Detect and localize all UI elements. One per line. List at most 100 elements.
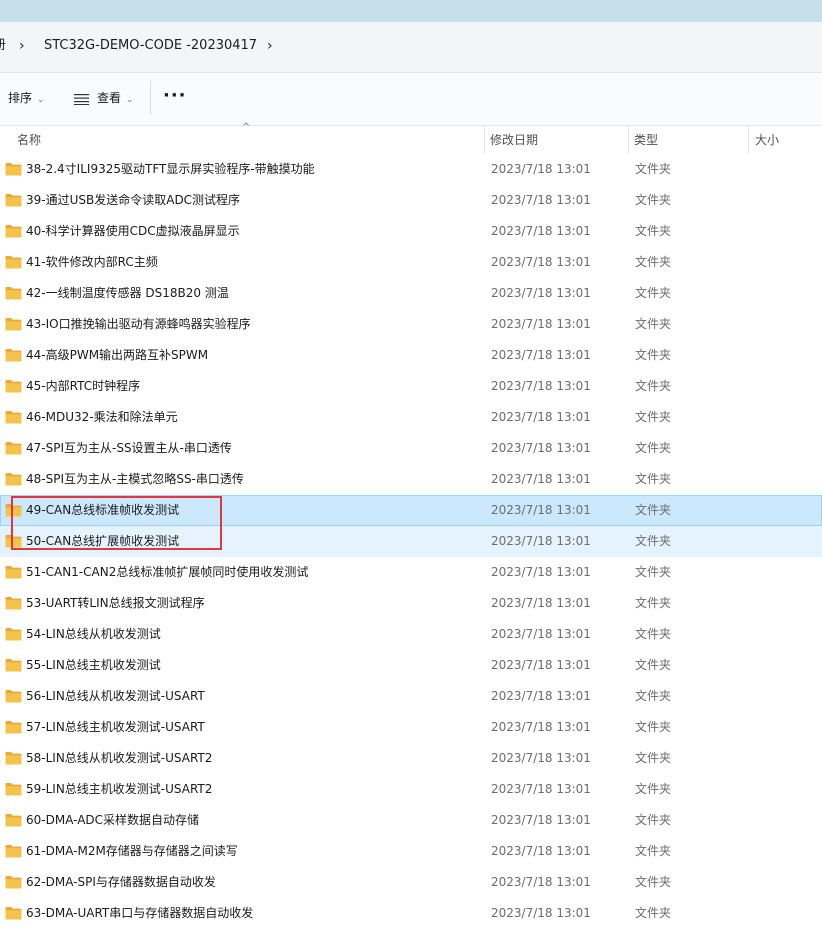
file-name: 47-SPI互为主从-SS设置主从-串口透传	[26, 441, 232, 455]
breadcrumb-prev-fragment[interactable]: 册	[0, 22, 6, 72]
file-row[interactable]: 42-一线制温度传感器 DS18B20 测温 2023/7/18 13:01 文件夹	[0, 278, 822, 309]
file-name: 42-一线制温度传感器 DS18B20 测温	[26, 286, 229, 300]
file-row[interactable]: 47-SPI互为主从-SS设置主从-串口透传 2023/7/18 13:01 文件夹	[0, 433, 822, 464]
file-type: 文件夹	[635, 255, 672, 269]
file-modified-date: 2023/7/18 13:01	[491, 751, 591, 765]
file-name: 53-UART转LIN总线报文测试程序	[26, 596, 205, 610]
file-name: 54-LIN总线从机收发测试	[26, 627, 161, 641]
file-name: 39-通过USB发送命令读取ADC测试程序	[26, 193, 241, 207]
file-type: 文件夹	[635, 658, 672, 672]
view-button[interactable]: 查看 ⌄	[97, 73, 134, 125]
file-modified-date: 2023/7/18 13:01	[491, 813, 591, 827]
file-modified-date: 2023/7/18 13:01	[491, 472, 591, 486]
file-modified-date: 2023/7/18 13:01	[491, 379, 591, 393]
file-row[interactable]: 58-LIN总线从机收发测试-USART2 2023/7/18 13:01 文件夹	[0, 743, 822, 774]
breadcrumb-chevron-icon[interactable]: ›	[19, 22, 25, 72]
file-row[interactable]: 50-CAN总线扩展帧收发测试 2023/7/18 13:01 文件夹	[0, 526, 822, 557]
file-row[interactable]: 51-CAN1-CAN2总线标准帧扩展帧同时使用收发测试 2023/7/18 13…	[0, 557, 822, 588]
column-header-type[interactable]: 类型	[634, 126, 658, 154]
file-row[interactable]: 49-CAN总线标准帧收发测试 2023/7/18 13:01 文件夹	[0, 495, 822, 526]
file-type: 文件夹	[635, 193, 672, 207]
file-row[interactable]: 60-DMA-ADC采样数据自动存储 2023/7/18 13:01 文件夹	[0, 805, 822, 836]
file-row[interactable]: 44-高级PWM输出两路互补SPWM 2023/7/18 13:01 文件夹	[0, 340, 822, 371]
file-row[interactable]: 53-UART转LIN总线报文测试程序 2023/7/18 13:01 文件夹	[0, 588, 822, 619]
more-options-button[interactable]: ···	[163, 73, 187, 125]
file-modified-date: 2023/7/18 13:01	[491, 782, 591, 796]
file-type: 文件夹	[635, 565, 672, 579]
address-bar[interactable]: 册 › STC32G-DEMO-CODE -20230417 ›	[0, 22, 822, 73]
file-name: 49-CAN总线标准帧收发测试	[26, 503, 180, 517]
folder-icon	[5, 194, 22, 207]
sort-button[interactable]: 排序 ⌄	[8, 73, 45, 125]
file-type: 文件夹	[635, 720, 672, 734]
folder-icon	[5, 690, 22, 703]
file-row[interactable]: 55-LIN总线主机收发测试 2023/7/18 13:01 文件夹	[0, 650, 822, 681]
file-name: 46-MDU32-乘法和除法单元	[26, 410, 178, 424]
file-row[interactable]: 57-LIN总线主机收发测试-USART 2023/7/18 13:01 文件夹	[0, 712, 822, 743]
view-list-icon	[74, 94, 89, 105]
file-type: 文件夹	[635, 286, 672, 300]
file-name: 63-DMA-UART串口与存储器数据自动收发	[26, 906, 254, 920]
breadcrumb-current[interactable]: STC32G-DEMO-CODE -20230417	[44, 22, 257, 72]
file-modified-date: 2023/7/18 13:01	[491, 317, 591, 331]
folder-icon	[5, 287, 22, 300]
folder-icon	[5, 721, 22, 734]
file-row[interactable]: 59-LIN总线主机收发测试-USART2 2023/7/18 13:01 文件夹	[0, 774, 822, 805]
file-name: 48-SPI互为主从-主模式忽略SS-串口透传	[26, 472, 244, 486]
file-name: 51-CAN1-CAN2总线标准帧扩展帧同时使用收发测试	[26, 565, 309, 579]
sort-ascending-icon: ^	[242, 122, 251, 133]
breadcrumb-chevron-icon[interactable]: ›	[267, 22, 273, 72]
column-divider[interactable]	[484, 126, 485, 154]
folder-icon	[5, 628, 22, 641]
file-modified-date: 2023/7/18 13:01	[491, 193, 591, 207]
toolbar-divider	[150, 81, 151, 115]
file-type: 文件夹	[635, 503, 672, 517]
file-modified-date: 2023/7/18 13:01	[491, 503, 591, 517]
file-row[interactable]: 45-内部RTC时钟程序 2023/7/18 13:01 文件夹	[0, 371, 822, 402]
folder-icon	[5, 380, 22, 393]
file-row[interactable]: 48-SPI互为主从-主模式忽略SS-串口透传 2023/7/18 13:01 文件…	[0, 464, 822, 495]
folder-icon	[5, 566, 22, 579]
file-row[interactable]: 46-MDU32-乘法和除法单元 2023/7/18 13:01 文件夹	[0, 402, 822, 433]
file-modified-date: 2023/7/18 13:01	[491, 658, 591, 672]
column-divider[interactable]	[748, 126, 749, 154]
file-name: 59-LIN总线主机收发测试-USART2	[26, 782, 213, 796]
file-row[interactable]: 63-DMA-UART串口与存储器数据自动收发 2023/7/18 13:01 文件…	[0, 898, 822, 929]
file-row[interactable]: 56-LIN总线从机收发测试-USART 2023/7/18 13:01 文件夹	[0, 681, 822, 712]
column-header-size[interactable]: 大小	[755, 126, 779, 154]
file-type: 文件夹	[635, 317, 672, 331]
folder-icon	[5, 504, 22, 517]
folder-icon	[5, 783, 22, 796]
file-type: 文件夹	[635, 410, 672, 424]
file-type: 文件夹	[635, 472, 672, 486]
sort-label: 排序	[8, 91, 33, 105]
folder-icon	[5, 318, 22, 331]
file-modified-date: 2023/7/18 13:01	[491, 534, 591, 548]
chevron-down-icon: ⌄	[126, 95, 134, 105]
file-type: 文件夹	[635, 813, 672, 827]
file-row[interactable]: 61-DMA-M2M存储器与存储器之间读写 2023/7/18 13:01 文件夹	[0, 836, 822, 867]
file-row[interactable]: 54-LIN总线从机收发测试 2023/7/18 13:01 文件夹	[0, 619, 822, 650]
file-name: 45-内部RTC时钟程序	[26, 379, 141, 393]
column-header-name[interactable]: 名称	[17, 126, 41, 154]
folder-icon	[5, 597, 22, 610]
file-row[interactable]: 43-IO口推挽输出驱动有源蜂鸣器实验程序 2023/7/18 13:01 文件夹	[0, 309, 822, 340]
file-row[interactable]: 62-DMA-SPI与存储器数据自动收发 2023/7/18 13:01 文件夹	[0, 867, 822, 898]
file-row[interactable]: 41-软件修改内部RC主频 2023/7/18 13:01 文件夹	[0, 247, 822, 278]
file-row[interactable]: 38-2.4寸ILI9325驱动TFT显示屏实验程序-带触摸功能 2023/7/1…	[0, 154, 822, 185]
view-label: 查看	[97, 91, 122, 105]
file-name: 38-2.4寸ILI9325驱动TFT显示屏实验程序-带触摸功能	[26, 162, 315, 176]
file-type: 文件夹	[635, 596, 672, 610]
file-type: 文件夹	[635, 379, 672, 393]
file-modified-date: 2023/7/18 13:01	[491, 348, 591, 362]
file-row[interactable]: 39-通过USB发送命令读取ADC测试程序 2023/7/18 13:01 文件夹	[0, 185, 822, 216]
file-name: 56-LIN总线从机收发测试-USART	[26, 689, 205, 703]
folder-icon	[5, 814, 22, 827]
file-name: 57-LIN总线主机收发测试-USART	[26, 720, 205, 734]
folder-icon	[5, 659, 22, 672]
column-header-modified[interactable]: 修改日期	[490, 126, 538, 154]
file-row[interactable]: 40-科学计算器使用CDC虚拟液晶屏显示 2023/7/18 13:01 文件夹	[0, 216, 822, 247]
chevron-down-icon: ⌄	[37, 95, 45, 105]
column-divider[interactable]	[628, 126, 629, 154]
file-type: 文件夹	[635, 224, 672, 238]
